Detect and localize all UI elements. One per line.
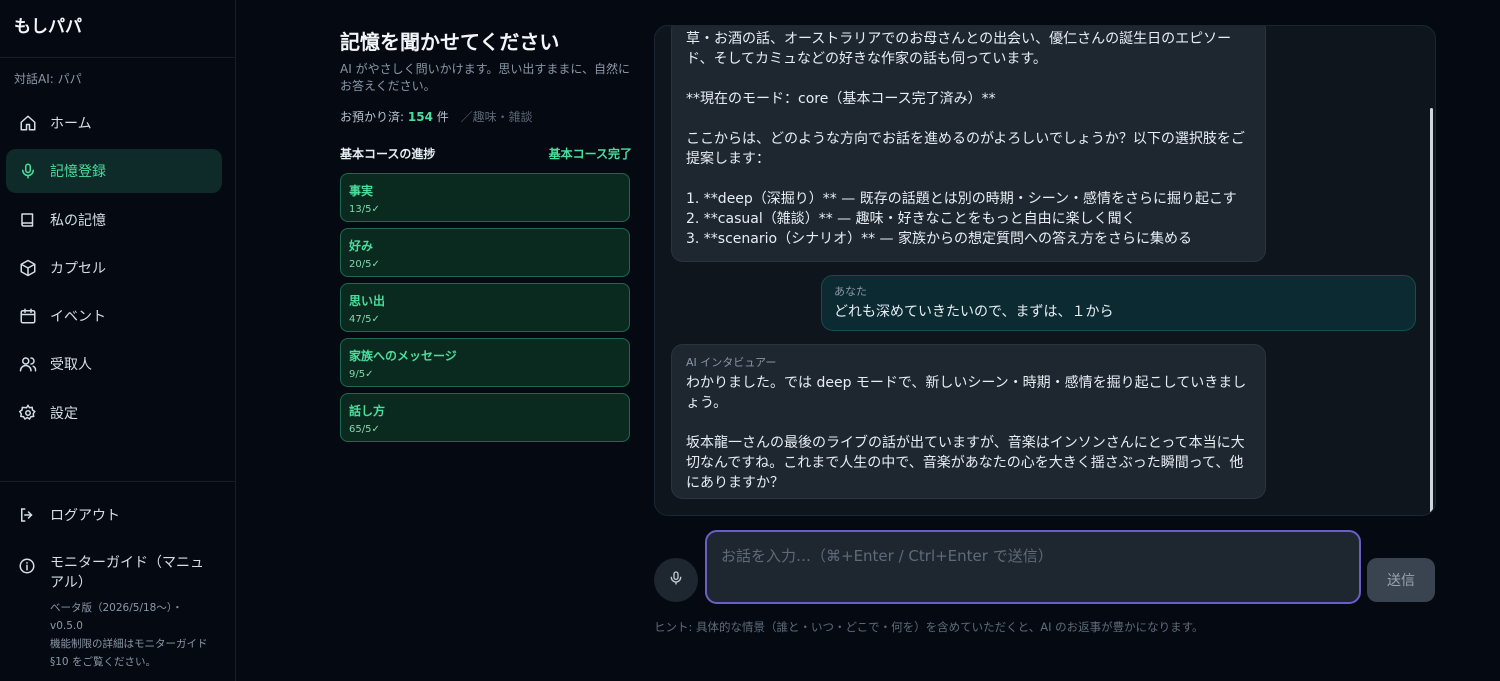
option-line: 1. **deep（深掘り）** — 既存の話題とは別の時期・シーン・感情をさら… bbox=[686, 191, 1237, 207]
version-note: ベータ版（2026/5/18〜）・v0.5.0 機能制限の詳細はモニターガイド … bbox=[50, 602, 208, 668]
sidebar-item-label: ホーム bbox=[50, 116, 92, 132]
option-line: 2. **casual（雑談）** — 趣味・好きなことをもっと自由に楽しく聞く bbox=[686, 211, 1136, 227]
chat-scrollbar[interactable] bbox=[1430, 108, 1433, 513]
card-name: 事実 bbox=[349, 184, 374, 198]
message-text: **現在のモード：core（基本コース完了済み）** bbox=[686, 91, 996, 107]
card-progress: 20/5✓ bbox=[349, 259, 380, 270]
message-text: 坂本龍一さんの最後のライブの話が出ていますが、音楽はインソンさんにとって本当に大… bbox=[686, 435, 1245, 491]
sidebar-item-memory-register[interactable]: 記憶登録 bbox=[6, 149, 222, 194]
message-text: どれも深めていきたいので、まずは、１から bbox=[834, 304, 1114, 320]
card-name: 好み bbox=[349, 239, 374, 253]
calendar-icon bbox=[18, 306, 38, 326]
user-message: あなた どれも深めていきたいので、まずは、１から bbox=[821, 275, 1416, 331]
progress-header: 基本コースの進捗 基本コース完了 bbox=[340, 145, 632, 162]
logout-icon bbox=[18, 506, 38, 524]
progress-card[interactable]: 好み 20/5✓ bbox=[340, 228, 630, 277]
app-brand[interactable]: もしパパ bbox=[14, 12, 82, 37]
ai-message: 草・お酒の話、オーストラリアでのお母さんとの出会い、優仁さんの誕生日のエピソード… bbox=[671, 26, 1266, 262]
mic-icon bbox=[18, 161, 38, 181]
card-progress: 65/5✓ bbox=[349, 424, 380, 435]
book-icon bbox=[18, 210, 38, 230]
sidebar-item-events[interactable]: イベント bbox=[6, 294, 222, 338]
chat-log[interactable]: 草・お酒の話、オーストラリアでのお母さんとの出会い、優仁さんの誕生日のエピソード… bbox=[654, 25, 1436, 516]
message-text: ここからは、どのような方向でお話を進めるのがよろしいでしょうか？以下の選択肢をご… bbox=[686, 131, 1245, 167]
card-name: 家族へのメッセージ bbox=[349, 349, 457, 363]
voice-input-button[interactable] bbox=[654, 558, 698, 602]
sidebar-item-label: カプセル bbox=[50, 260, 106, 277]
interview-panel: 記憶を聞かせてください AI がやさしく問いかけます。思い出すままに、自然にお答… bbox=[340, 26, 632, 448]
progress-card[interactable]: 家族へのメッセージ 9/5✓ bbox=[340, 338, 630, 387]
message-author: あなた bbox=[834, 285, 867, 298]
home-icon bbox=[18, 113, 38, 133]
logout-label: ログアウト bbox=[50, 508, 120, 524]
sidebar-nav: ホーム 記憶登録 私の記憶 カプセル イベント 受取人 設定 bbox=[6, 101, 222, 439]
message-author: AI インタビュアー bbox=[686, 356, 777, 369]
progress-card[interactable]: 思い出 47/5✓ bbox=[340, 283, 630, 332]
card-name: 思い出 bbox=[349, 294, 386, 308]
monitor-guide-title: モニターガイド（マニュアル） bbox=[50, 555, 204, 591]
gear-icon bbox=[18, 403, 38, 423]
sidebar-item-label: 設定 bbox=[50, 405, 78, 422]
stored-tag: ／趣味・雑談 bbox=[460, 110, 533, 124]
message-input[interactable] bbox=[705, 530, 1361, 604]
mic-icon bbox=[668, 570, 684, 590]
stored-count: お預かり済: 154 件 ／趣味・雑談 bbox=[340, 108, 632, 125]
monitor-guide: モニターガイド（マニュアル） ベータ版（2026/5/18〜）・v0.5.0 機… bbox=[18, 553, 218, 671]
progress-status: 基本コース完了 bbox=[548, 147, 632, 161]
card-progress: 13/5✓ bbox=[349, 204, 380, 215]
sidebar-item-label: 私の記憶 bbox=[50, 212, 106, 229]
monitor-guide-link[interactable]: モニターガイド（マニュアル） bbox=[18, 553, 218, 593]
progress-card[interactable]: 事実 13/5✓ bbox=[340, 173, 630, 222]
ai-message: AI インタビュアー わかりました。では deep モードで、新しいシーン・時期… bbox=[671, 344, 1266, 499]
sidebar-item-settings[interactable]: 設定 bbox=[6, 391, 222, 435]
logout-button[interactable]: ログアウト bbox=[18, 505, 120, 525]
card-progress: 9/5✓ bbox=[349, 369, 374, 380]
card-progress: 47/5✓ bbox=[349, 314, 380, 325]
progress-label: 基本コースの進捗 bbox=[340, 147, 436, 161]
message-text: わかりました。では deep モードで、新しいシーン・時期・感情を掘り起こしてい… bbox=[686, 375, 1247, 411]
send-button[interactable]: 送信 bbox=[1367, 558, 1435, 602]
sidebar-item-home[interactable]: ホーム bbox=[6, 101, 222, 145]
progress-card[interactable]: 話し方 65/5✓ bbox=[340, 393, 630, 442]
stored-number: 154 bbox=[407, 110, 433, 124]
sidebar-item-label: 受取人 bbox=[50, 357, 92, 374]
sidebar-divider bbox=[0, 481, 235, 482]
info-icon bbox=[18, 553, 38, 593]
ai-label: 対話AI: パパ bbox=[14, 72, 82, 86]
sidebar: もしパパ 対話AI: パパ ホーム 記憶登録 私の記憶 カプセル イベント 受取… bbox=[0, 0, 236, 681]
page-description: AI がやさしく問いかけます。思い出すままに、自然にお答えください。 bbox=[340, 62, 631, 93]
input-hint: ヒント: 具体的な情景（誰と・いつ・どこで・何を）を含めていただくと、AI のお… bbox=[654, 620, 1204, 634]
message-text: 草・お酒の話、オーストラリアでのお母さんとの出会い、優仁さんの誕生日のエピソード… bbox=[686, 31, 1232, 67]
stored-prefix: お預かり済: bbox=[340, 110, 405, 124]
box-icon bbox=[18, 258, 38, 278]
sidebar-item-capsule[interactable]: カプセル bbox=[6, 246, 222, 290]
sidebar-divider bbox=[0, 57, 235, 58]
card-name: 話し方 bbox=[349, 404, 386, 418]
progress-cards: 事実 13/5✓ 好み 20/5✓ 思い出 47/5✓ 家族へのメッセージ 9/… bbox=[340, 173, 632, 442]
users-icon bbox=[18, 354, 38, 374]
sidebar-item-my-memories[interactable]: 私の記憶 bbox=[6, 198, 222, 242]
sidebar-item-label: 記憶登録 bbox=[50, 164, 106, 181]
stored-unit: 件 bbox=[436, 110, 449, 124]
option-line: 3. **scenario（シナリオ）** — 家族からの想定質問への答え方をさ… bbox=[686, 231, 1192, 247]
sidebar-item-label: イベント bbox=[50, 309, 106, 326]
page-title: 記憶を聞かせてください bbox=[340, 30, 560, 54]
sidebar-item-recipients[interactable]: 受取人 bbox=[6, 342, 222, 386]
